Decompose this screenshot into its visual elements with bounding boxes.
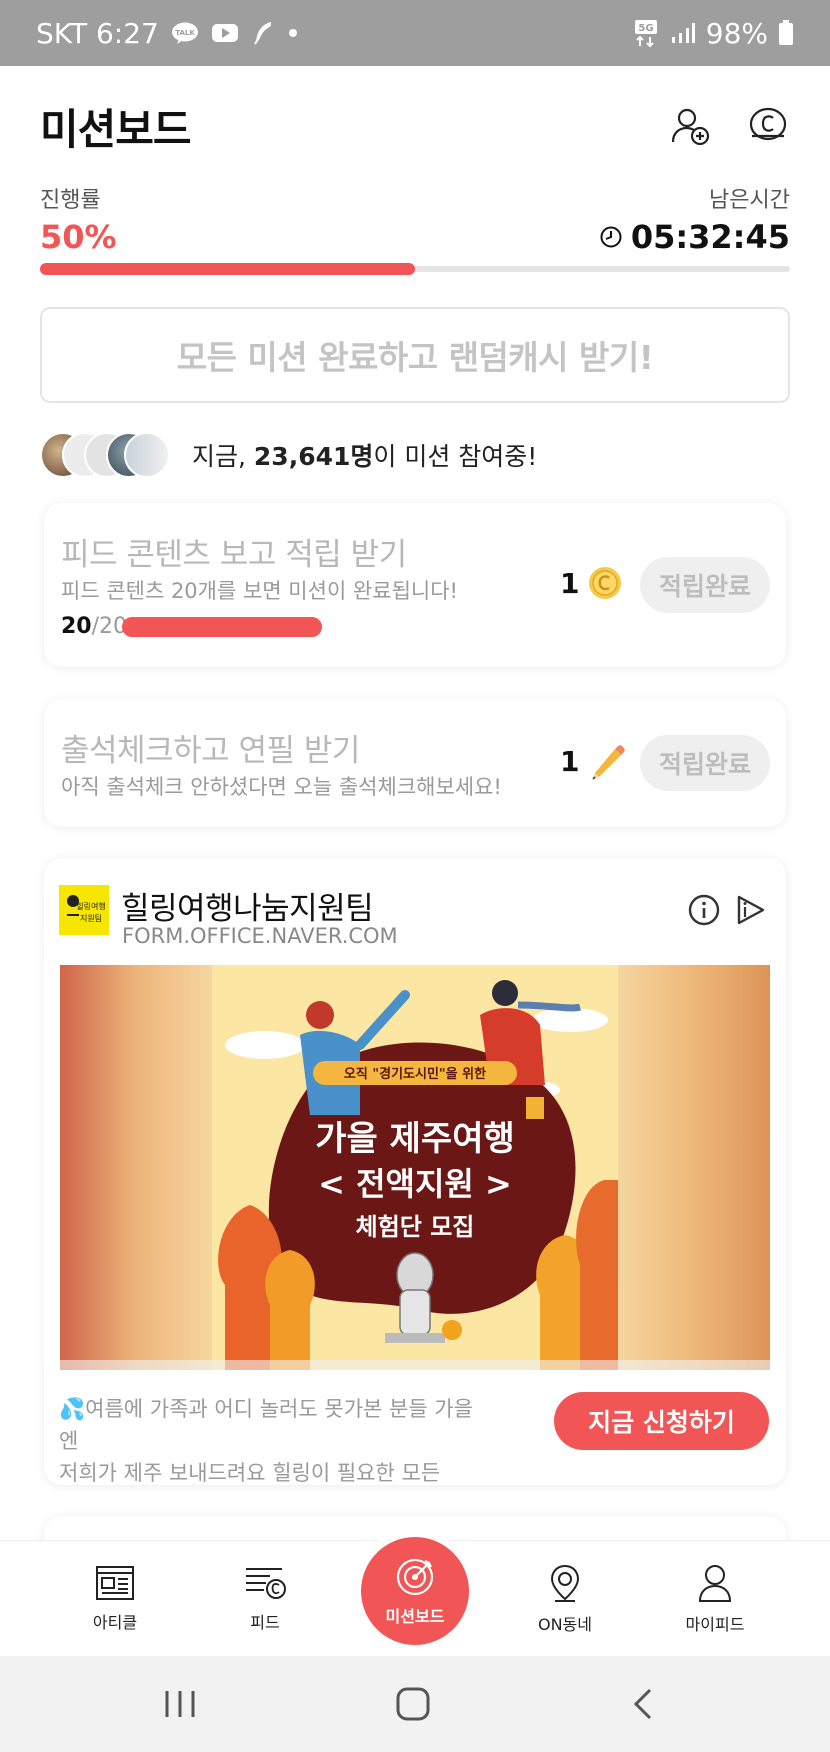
page-title: 미션보드 <box>40 104 192 154</box>
notification-dot-icon <box>287 27 299 39</box>
svg-text:힐링여행: 힐링여행 <box>76 901 105 911</box>
youtube-icon <box>211 22 239 44</box>
mission-status-button[interactable]: 적립완료 <box>640 557 770 613</box>
participants-text: 지금, 23,641명이 미션 참여중! <box>192 437 537 473</box>
avatar <box>124 432 170 478</box>
nav-label: 마이피드 <box>685 1615 745 1634</box>
mission-reward: 1 <box>560 565 623 601</box>
system-navigation-bar <box>0 1656 830 1752</box>
ad-advertiser-name[interactable]: 힐링여행나눔지원팀 <box>121 883 374 928</box>
nav-label: 미션보드 <box>385 1607 445 1626</box>
battery-percent: 98% <box>705 16 768 50</box>
article-icon <box>96 1566 134 1600</box>
status-bar: SKT 6:27 TALK 5G 98% <box>0 0 830 66</box>
info-icon <box>688 894 720 926</box>
recent-apps-button[interactable] <box>150 1676 210 1732</box>
battery-icon <box>778 20 794 46</box>
mission-title: 피드 콘텐츠 보고 적립 받기 <box>61 537 407 573</box>
mission-card-feed[interactable]: 피드 콘텐츠 보고 적립 받기 피드 콘텐츠 20개를 보면 미션이 완료됩니다… <box>44 503 786 667</box>
mission-status-button[interactable]: 적립완료 <box>640 735 770 791</box>
ad-choices-button[interactable] <box>728 888 772 932</box>
nav-label: ON동네 <box>537 1615 592 1634</box>
ad-info-button[interactable] <box>682 888 726 932</box>
nav-item-article[interactable]: 아티클 <box>60 1541 170 1657</box>
ad-description-line: 저희가 제주 보내드려요 힐링이 필요한 모든 <box>59 1461 441 1485</box>
nav-item-my-feed[interactable]: 마이피드 <box>660 1541 770 1657</box>
ad-logo: 힐링여행지원팀 <box>59 885 109 935</box>
bottom-navigation: 아티클 피드 미션보드 ON동네 마이피드 <box>0 1537 830 1657</box>
reward-amount: 1 <box>560 744 580 778</box>
progress-bar <box>40 263 790 275</box>
nav-label: 피드 <box>250 1613 280 1632</box>
progress-label: 진행률 <box>40 188 101 213</box>
participants-row: 지금, 23,641명이 미션 참여중! <box>40 430 790 480</box>
talk-badge-text: TALK <box>175 29 195 37</box>
ad-description: 💦여름에 가족과 어디 놀러도 못가본 분들 가을엔 저희가 제주 보내드려요 … <box>59 1393 489 1489</box>
feather-icon <box>251 20 275 46</box>
progress-bar-fill <box>40 263 415 275</box>
kakaotalk-icon: TALK <box>171 22 199 44</box>
ad-logo-image: 힐링여행지원팀 <box>59 885 109 935</box>
ad-url: FORM.OFFICE.NAVER.COM <box>122 924 398 948</box>
mission-description: 피드 콘텐츠 20개를 보면 미션이 완료됩니다! <box>61 579 458 603</box>
mission-count-done: 20 <box>61 614 92 639</box>
participant-avatars <box>40 432 170 478</box>
nav-item-mission-board[interactable]: 미션보드 <box>361 1537 469 1645</box>
home-button[interactable] <box>383 1676 443 1732</box>
mission-count: 20/20 <box>61 614 127 639</box>
target-icon <box>396 1558 434 1596</box>
ad-banner-image[interactable]: 오직 "경기도시민"을 위한 가을 제주여행 < 전액지원 > 체험단 모집 <box>60 965 770 1370</box>
coin-icon <box>589 567 622 599</box>
ad-description-line: 💦여름에 가족과 어디 놀러도 못가본 분들 가을엔 <box>59 1397 473 1453</box>
remaining-time-label: 남은시간 <box>709 188 790 213</box>
svg-text:지원팀: 지원팀 <box>80 913 102 923</box>
participants-suffix: 이 미션 참여중! <box>373 442 538 471</box>
add-friend-button[interactable] <box>668 104 712 148</box>
ad-choices-icon <box>737 895 765 925</box>
network-5g-icon: 5G <box>634 19 660 47</box>
signal-icon <box>670 21 696 45</box>
participants-count: 23,641명 <box>253 442 374 471</box>
banner-title-1: 가을 제주여행 <box>315 1119 515 1159</box>
complete-all-missions-button[interactable]: 모든 미션 완료하고 랜덤캐시 받기! <box>40 307 790 403</box>
nav-item-feed[interactable]: 피드 <box>210 1541 320 1657</box>
recent-apps-icon <box>165 1691 195 1717</box>
progress-row: 진행률 50% 남은시간 05:32:45 <box>40 182 790 256</box>
nav-item-on-neighborhood[interactable]: ON동네 <box>510 1541 620 1657</box>
nav-label: 아티클 <box>92 1613 138 1632</box>
mission-description: 아직 출석체크 안하셨다면 오늘 출석체크해보세요! <box>61 775 502 799</box>
carrier-time: SKT 6:27 <box>36 16 159 50</box>
feed-icon <box>246 1568 286 1599</box>
banner-title-2: < 전액지원 > <box>318 1165 512 1203</box>
clock-icon <box>600 226 622 248</box>
ad-card[interactable]: 힐링여행지원팀 힐링여행나눔지원팀 FORM.OFFICE.NAVER.COM <box>44 858 786 1485</box>
header: 미션보드 <box>40 96 790 156</box>
mission-title: 출석체크하고 연필 받기 <box>61 733 360 769</box>
progress-value: 50% <box>40 218 117 256</box>
remaining-time-value: 05:32:45 <box>630 218 790 256</box>
banner-tag: 오직 "경기도시민"을 위한 <box>344 1066 486 1082</box>
reward-amount: 1 <box>560 566 580 600</box>
ad-cta-button[interactable]: 지금 신청하기 <box>554 1392 769 1450</box>
mission-reward: 1 <box>560 741 627 781</box>
back-icon <box>633 1688 652 1720</box>
pencil-icon <box>592 745 626 780</box>
banner-title-3: 체험단 모집 <box>356 1213 475 1241</box>
home-icon <box>396 1687 430 1721</box>
profile-icon <box>698 1565 732 1602</box>
location-pin-icon <box>550 1564 580 1602</box>
cash-icon <box>749 107 787 141</box>
cash-button[interactable] <box>746 104 790 148</box>
participants-prefix: 지금, <box>192 442 254 471</box>
mission-card-attendance[interactable]: 출석체크하고 연필 받기 아직 출석체크 안하셨다면 오늘 출석체크해보세요! … <box>44 699 786 827</box>
add-friend-icon <box>671 108 710 146</box>
network-label: 5G <box>638 23 653 34</box>
back-button[interactable] <box>614 1676 674 1732</box>
mission-progress-bar <box>122 617 322 637</box>
